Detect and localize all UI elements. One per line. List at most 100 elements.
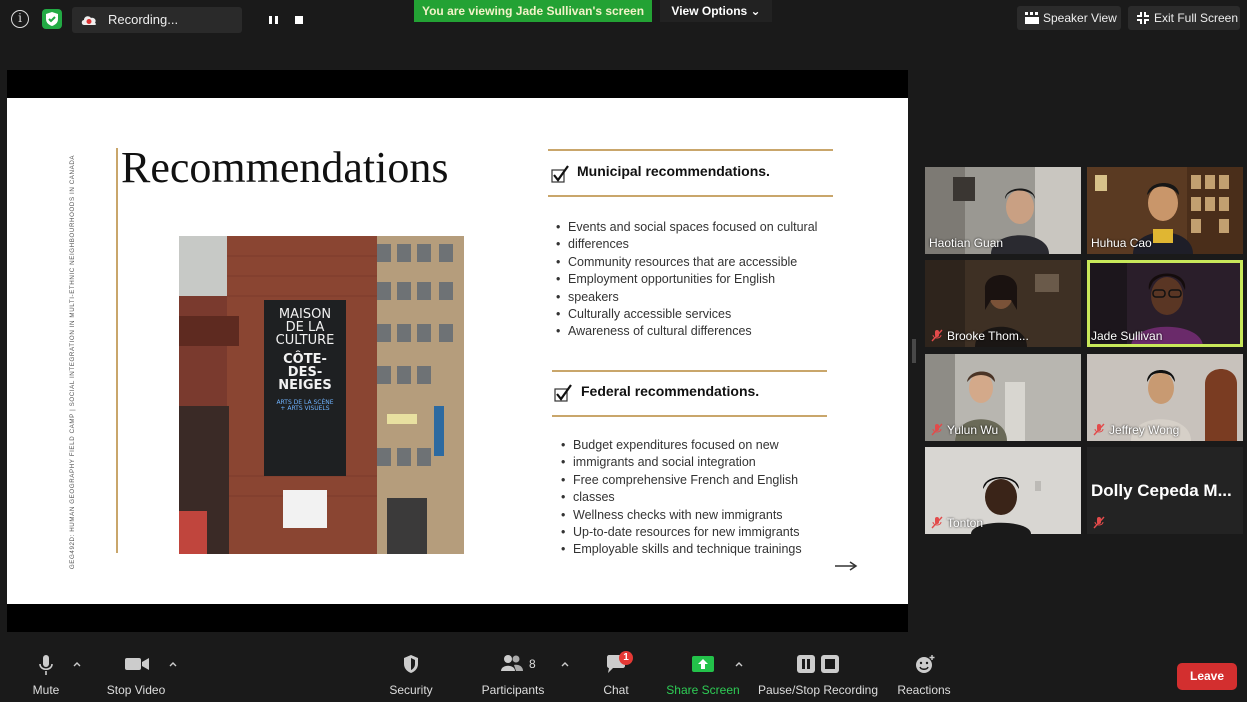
mute-label: Mute (32, 683, 60, 697)
meeting-top-bar: i Recording... You are viewing Jade Sull… (0, 0, 1247, 40)
cloud-recording-icon (81, 16, 97, 25)
stop-recording-icon[interactable] (292, 13, 306, 27)
list-item-continuation: differences (556, 236, 846, 254)
list-item-continuation: speakers (556, 289, 846, 307)
video-tile[interactable]: Brooke Thom... (925, 260, 1081, 347)
video-tile[interactable]: Haotian Guan (925, 167, 1081, 254)
meeting-controls-toolbar: Mute Stop Video Security 8 Participants … (0, 642, 1247, 702)
video-tile-active-speaker[interactable]: Jade Sullivan (1087, 260, 1243, 347)
video-camera-icon (125, 658, 149, 670)
list-item: Budget expenditures focused on new (561, 437, 851, 455)
list-item: Wellness checks with new immigrants (561, 507, 851, 525)
mute-button[interactable]: Mute (20, 642, 72, 702)
sign-line: CULTURE (275, 333, 335, 348)
leave-meeting-button[interactable]: Leave (1177, 663, 1237, 690)
stop-video-button[interactable]: Stop Video (100, 642, 172, 702)
share-screen-label: Share Screen (666, 683, 740, 697)
list-item: Events and social spaces focused on cult… (556, 219, 846, 237)
participant-name: Brooke Thom... (947, 329, 1029, 343)
participant-name: Huhua Cao (1091, 236, 1152, 250)
participant-name: Haotian Guan (929, 236, 1004, 250)
reactions-label: Reactions (897, 683, 951, 697)
participant-name: Tonton (947, 516, 984, 530)
info-icon[interactable]: i (11, 10, 29, 28)
list-item: Awareness of cultural differences (556, 323, 846, 341)
share-screen-button[interactable]: Share Screen (664, 642, 742, 702)
chevron-up-icon[interactable] (72, 660, 82, 668)
slide-accent-line (116, 148, 118, 553)
chevron-up-icon[interactable] (168, 660, 178, 668)
list-item: Employment opportunities for English (556, 271, 846, 289)
chat-label: Chat (603, 683, 629, 697)
exit-full-screen-label: Exit Full Screen (1154, 11, 1239, 25)
muted-mic-icon (1093, 516, 1105, 529)
pause-recording-icon[interactable] (265, 13, 283, 27)
next-arrow-icon (835, 561, 858, 571)
recording-indicator: Recording... (72, 7, 303, 33)
sign-line: + ARTS VISUELS (280, 405, 330, 412)
section-rule (548, 149, 833, 151)
muted-mic-icon (931, 329, 943, 342)
participants-icon (501, 655, 523, 671)
security-shield-icon (404, 655, 418, 673)
chevron-up-icon[interactable] (734, 660, 744, 668)
participant-name: Yulun Wu (947, 423, 999, 437)
list-item: Up-to-date resources for new immigrants (561, 524, 851, 542)
participant-name: Jade Sullivan (1091, 329, 1163, 343)
video-tile[interactable]: Jeffrey Wong (1087, 354, 1243, 441)
view-options-button[interactable]: View Options ⌄ (660, 0, 772, 22)
encryption-shield-icon[interactable] (42, 9, 62, 29)
participants-count: 8 (529, 657, 536, 671)
video-tile[interactable]: Tonton (925, 447, 1081, 534)
federal-heading: Federal recommendations. (581, 383, 760, 399)
municipal-list: Events and social spaces focused on cult… (556, 219, 846, 341)
list-item: Employable skills and technique training… (561, 541, 851, 559)
participant-display-name: Dolly Cepeda M... (1091, 481, 1232, 500)
checkmark-icon (554, 384, 572, 402)
slide-vertical-caption: GEG492D: HUMAN GEOGRAPHY FIELD CAMP | SO… (69, 142, 79, 582)
participants-button[interactable]: 8 Participants (474, 642, 552, 702)
speaker-view-label: Speaker View (1043, 11, 1117, 25)
reactions-emoji-icon (916, 655, 935, 673)
list-item: Culturally accessible services (556, 306, 846, 324)
participant-name: Jeffrey Wong (1109, 423, 1180, 437)
list-item-continuation: immigrants and social integration (561, 454, 851, 472)
share-screen-icon (692, 656, 714, 672)
chat-notification-badge: 1 (619, 651, 633, 665)
speaker-view-button[interactable]: Speaker View (1017, 6, 1121, 30)
video-tile[interactable]: Yulun Wu (925, 354, 1081, 441)
exit-full-screen-icon (1137, 12, 1149, 24)
security-button[interactable]: Security (380, 642, 442, 702)
pause-stop-recording-icon (797, 655, 839, 673)
pause-stop-recording-button[interactable]: Pause/Stop Recording (756, 642, 880, 702)
section-rule (552, 415, 827, 417)
stop-video-label: Stop Video (106, 683, 166, 697)
building-photo: MAISON DE LA CULTURE CÔTE- DES- NEIGES A… (179, 236, 464, 554)
security-label: Security (389, 683, 433, 697)
slide-title: Recommendations (121, 143, 449, 192)
muted-mic-icon (1093, 423, 1105, 436)
viewing-screen-banner: You are viewing Jade Sullivan's screen (414, 0, 652, 22)
exit-full-screen-button[interactable]: Exit Full Screen (1128, 6, 1240, 30)
gallery-resize-handle[interactable] (912, 339, 916, 363)
chat-button[interactable]: 1 Chat (592, 642, 640, 702)
reactions-button[interactable]: Reactions (892, 642, 956, 702)
pause-stop-recording-label: Pause/Stop Recording (757, 683, 879, 697)
participants-label: Participants (481, 683, 545, 697)
checkmark-icon (551, 165, 569, 183)
building-sign: MAISON DE LA CULTURE CÔTE- DES- NEIGES A… (265, 308, 345, 412)
list-item: Free comprehensive French and English (561, 472, 851, 490)
chevron-up-icon[interactable] (560, 660, 570, 668)
sign-line: NEIGES (278, 378, 332, 393)
muted-mic-icon (931, 423, 943, 436)
shared-screen: GEG492D: HUMAN GEOGRAPHY FIELD CAMP | SO… (7, 70, 908, 632)
section-rule (548, 195, 833, 197)
speaker-view-icon (1025, 12, 1039, 24)
list-item: Community resources that are accessible (556, 254, 846, 272)
video-tile[interactable]: Huhua Cao (1087, 167, 1243, 254)
microphone-icon (39, 655, 53, 675)
video-tile-camera-off[interactable]: Dolly Cepeda M... (1087, 447, 1243, 534)
recording-label: Recording... (108, 12, 179, 27)
federal-list: Budget expenditures focused on new immig… (561, 437, 851, 559)
slide-vertical-caption-text: GEG492D: HUMAN GEOGRAPHY FIELD CAMP | SO… (69, 154, 76, 570)
